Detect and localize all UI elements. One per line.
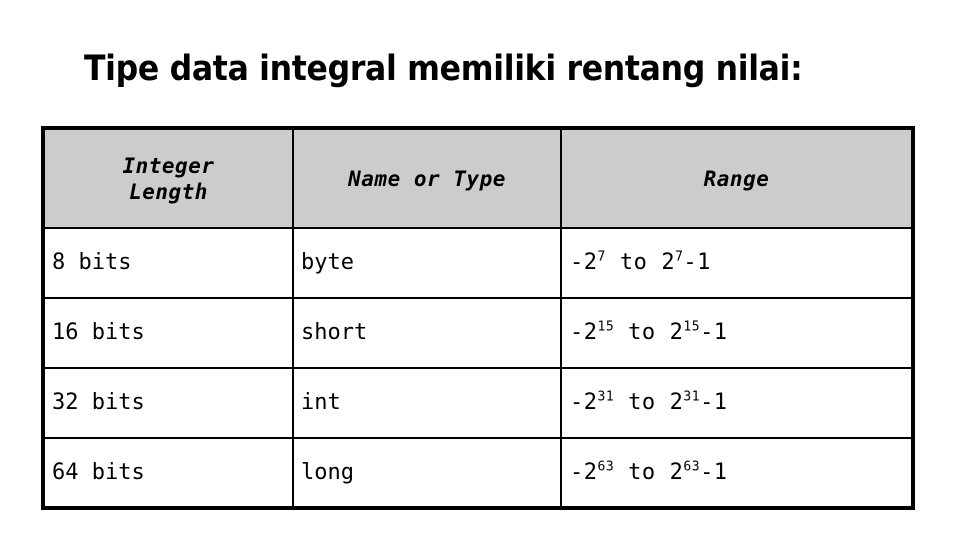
page-title: Tipe data integral memiliki rentang nila… <box>84 49 803 89</box>
range-upper-suffix: -1 <box>700 320 728 345</box>
table-row: 64 bits long -263 to 263-1 <box>42 437 914 509</box>
cell-name-or-type: long <box>292 437 562 509</box>
range-lower-exponent: 7 <box>597 249 606 265</box>
range-lower-bound: -263 <box>570 460 614 485</box>
column-header-range-label: Range <box>703 166 770 191</box>
range-upper-suffix: -1 <box>683 250 711 275</box>
range-upper-base: 2 <box>661 250 676 275</box>
column-header-name-or-type: Name or Type <box>292 127 562 229</box>
cell-range: -215 to 215-1 <box>560 297 914 369</box>
table-header-row: Integer Length Name or Type Range <box>42 127 914 229</box>
column-header-integer-length: Integer Length <box>42 127 294 229</box>
table-row: 32 bits int -231 to 231-1 <box>42 367 914 439</box>
range-upper-base: 2 <box>669 320 684 345</box>
table-row: 8 bits byte -27 to 27-1 <box>42 227 914 299</box>
column-header-name-or-type-label: Name or Type <box>348 166 506 191</box>
range-lower-bound: -27 <box>570 250 606 275</box>
range-lower-base: -2 <box>570 390 598 415</box>
range-lower-base: -2 <box>570 320 598 345</box>
range-upper-base: 2 <box>669 390 684 415</box>
range-upper-bound: 215-1 <box>670 320 728 345</box>
column-header-integer-length-label: Integer Length <box>122 153 215 204</box>
range-upper-bound: 231-1 <box>670 390 728 415</box>
range-lower-base: -2 <box>570 459 598 485</box>
range-to-word: to <box>619 250 648 275</box>
range-upper-exponent: 15 <box>683 319 701 335</box>
range-upper-exponent: 31 <box>683 389 701 405</box>
range-upper-bound: 27-1 <box>661 250 711 275</box>
cell-integer-length: 64 bits <box>42 437 294 509</box>
cell-integer-length: 8 bits <box>42 227 294 299</box>
cell-integer-length: 16 bits <box>42 297 294 369</box>
cell-range: -27 to 27-1 <box>560 227 914 299</box>
range-to-word: to <box>628 459 656 485</box>
range-lower-base: -2 <box>570 250 598 275</box>
range-lower-bound: -215 <box>570 320 614 345</box>
range-upper-exponent: 63 <box>683 459 701 475</box>
cell-name-or-type: short <box>292 297 562 369</box>
range-lower-exponent: 15 <box>597 319 615 335</box>
slide-canvas: Tipe data integral memiliki rentang nila… <box>0 0 960 540</box>
range-upper-bound: 263-1 <box>670 460 728 485</box>
range-to-word: to <box>628 320 656 345</box>
range-lower-exponent: 31 <box>597 389 615 405</box>
cell-range: -263 to 263-1 <box>560 437 914 509</box>
cell-name-or-type: byte <box>292 227 562 299</box>
range-upper-base: 2 <box>669 459 684 485</box>
range-lower-exponent: 63 <box>597 459 615 475</box>
column-header-range: Range <box>560 127 914 229</box>
range-upper-suffix: -1 <box>700 459 728 485</box>
cell-integer-length: 32 bits <box>42 367 294 439</box>
table-header: Integer Length Name or Type Range <box>42 127 914 229</box>
integral-types-table: Integer Length Name or Type Range 8 bits… <box>41 126 915 510</box>
range-lower-bound: -231 <box>570 390 614 415</box>
cell-range: -231 to 231-1 <box>560 367 914 439</box>
cell-name-or-type: int <box>292 367 562 439</box>
range-to-word: to <box>628 390 656 415</box>
table-row: 16 bits short -215 to 215-1 <box>42 297 914 369</box>
range-upper-suffix: -1 <box>700 390 728 415</box>
table-body: 8 bits byte -27 to 27-1 16 bits short -215… <box>42 227 914 509</box>
